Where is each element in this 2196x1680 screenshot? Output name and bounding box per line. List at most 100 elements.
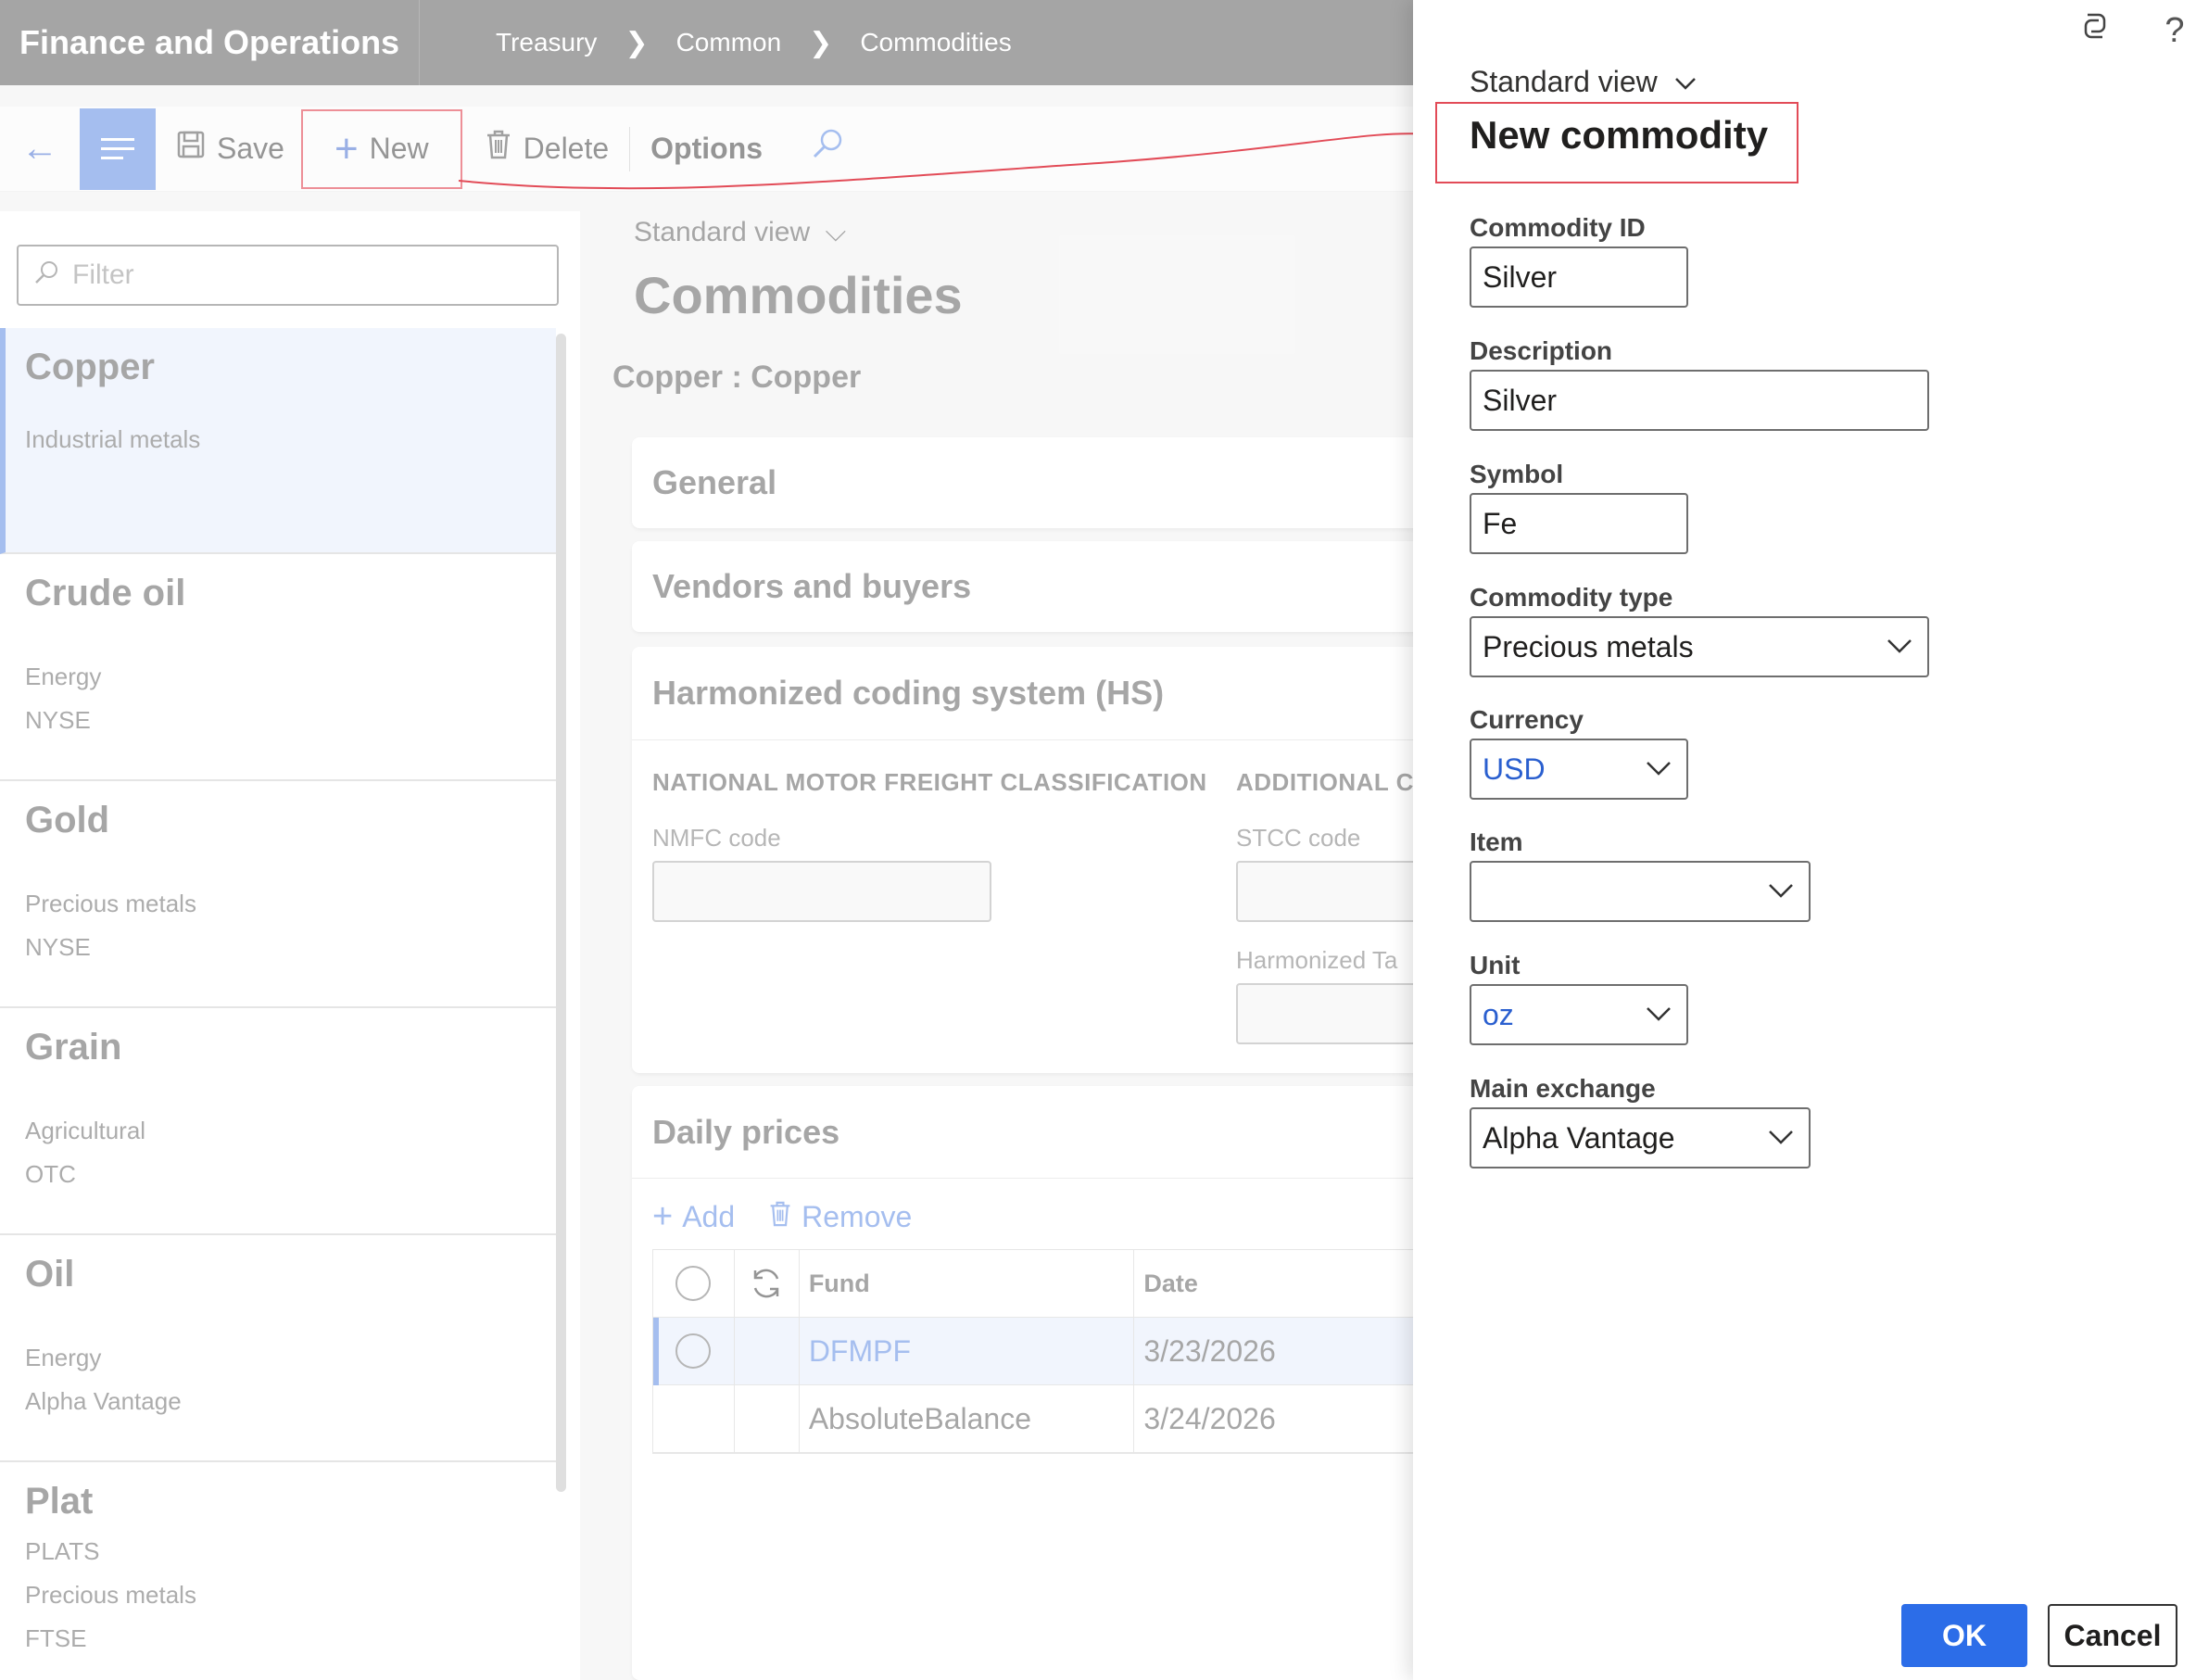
unit-value: oz [1483,997,1514,1031]
view-selector[interactable]: Standard view [1470,65,1697,99]
dialog-header-icons: ? [2018,7,2196,54]
cancel-button[interactable]: Cancel [2048,1604,2177,1667]
list-item-line: Energy [25,1344,102,1371]
list-view-button[interactable] [80,107,156,190]
list-item[interactable]: Gold Precious metals NYSE [0,781,556,1008]
list-item-line: Alpha Vantage [25,1387,182,1415]
save-label: Save [217,132,284,165]
description-value: Silver [1483,383,1558,417]
breadcrumb-treasury[interactable]: Treasury [496,28,597,57]
symbol-field[interactable]: Fe [1470,493,1688,554]
breadcrumb-common[interactable]: Common [676,28,782,57]
filter-input[interactable]: Filter [17,245,559,306]
list-item-line: FTSE [25,1624,87,1652]
list-scrollbar[interactable] [556,334,566,1492]
chevron-down-icon [1647,762,1671,776]
new-button[interactable]: + New [300,108,462,189]
toolbar-divider [629,126,631,171]
new-commodity-dialog: ? Standard view New commodity Commodity … [1413,0,2196,1680]
vendors-section[interactable]: Vendors and buyers [632,541,1438,632]
general-section[interactable]: General [632,437,1438,528]
table-row[interactable]: DFMPF 3/23/2026 [653,1317,1438,1385]
main-content: Standard view ⌵ Commodities Copper : Cop… [580,211,1440,1680]
chevron-down-icon [1769,884,1793,898]
description-label: Description [1470,336,1613,365]
app-title[interactable]: Finance and Operations [0,0,420,85]
list-item[interactable]: Oil Energy Alpha Vantage [0,1235,556,1462]
refresh-icon[interactable] [735,1250,800,1317]
options-button[interactable]: Options [637,107,776,192]
list-item[interactable]: Crude oil Energy NYSE [0,554,556,781]
chevron-down-icon: ⌵ [825,217,847,247]
commodity-type-select[interactable]: Precious metals [1470,616,1929,677]
column-header-fund[interactable]: Fund [800,1250,1135,1317]
list-item[interactable]: Plat PLATS Precious metals FTSE [0,1462,556,1680]
remove-button[interactable]: Remove [768,1197,912,1237]
save-button[interactable]: Save [163,107,297,192]
help-icon[interactable]: ? [2153,11,2196,51]
grid-header-row: Fund Date [653,1250,1438,1318]
trash-icon [485,129,512,169]
stcc-label: STCC code [1236,824,1361,852]
item-select[interactable] [1470,861,1811,922]
additional-heading: ADDITIONAL C [1236,768,1414,796]
delete-label: Delete [523,132,610,165]
view-label: Standard view [634,217,811,247]
back-arrow-icon: ← [21,128,58,169]
chevron-down-icon [1769,1131,1793,1144]
select-all-checkbox[interactable] [675,1266,712,1301]
commodity-id-field[interactable]: Silver [1470,246,1688,308]
date-cell[interactable]: 3/24/2026 [1134,1385,1438,1452]
section-header[interactable]: Daily prices [632,1086,1438,1179]
main-exchange-select[interactable]: Alpha Vantage [1470,1107,1811,1168]
view-label: Standard view [1470,65,1658,98]
row-select-radio[interactable] [675,1333,712,1369]
section-header: Vendors and buyers [652,567,972,605]
fund-cell[interactable]: AbsoluteBalance [800,1385,1135,1452]
plus-icon: + [652,1197,674,1236]
table-row[interactable]: AbsoluteBalance 3/24/2026 [653,1385,1438,1453]
commodity-id-value: Silver [1483,259,1558,294]
record-title: Copper : Copper [612,360,862,395]
copilot-icon[interactable] [2074,7,2116,54]
commodity-id-label: Commodity ID [1470,213,1646,242]
chevron-right-icon: ❯ [625,27,649,58]
action-toolbar: ← Save + New Delete Options [0,107,1413,192]
list-item[interactable]: Grain Agricultural OTC [0,1008,556,1235]
harmonized-tariff-field[interactable] [1236,983,1440,1044]
add-button[interactable]: + Add [652,1197,735,1237]
description-field[interactable]: Silver [1470,370,1929,431]
chevron-down-icon [1674,78,1696,90]
unit-select[interactable]: oz [1470,984,1688,1045]
ok-button[interactable]: OK [1901,1604,2027,1667]
currency-select[interactable]: USD [1470,739,1688,800]
commodity-list: Copper Industrial metals Crude oil Energ… [0,328,556,1680]
date-cell[interactable]: 3/23/2026 [1134,1318,1438,1384]
breadcrumb: Treasury ❯ Common ❯ Commodities [420,27,1012,59]
search-icon[interactable] [809,126,846,171]
nmfc-heading: NATIONAL MOTOR FREIGHT CLASSIFICATION [652,768,1207,796]
hs-section: Harmonized coding system (HS) NATIONAL M… [632,647,1440,1073]
back-button[interactable]: ← [0,107,80,192]
delete-button[interactable]: Delete [472,107,623,192]
view-selector[interactable]: Standard view ⌵ [634,217,846,248]
daily-prices-section: Daily prices + Add Remove Fund Date DFMP… [632,1086,1438,1680]
breadcrumb-commodities[interactable]: Commodities [860,28,1011,57]
list-item-line: Agricultural [25,1117,146,1144]
plus-icon: + [334,125,359,171]
nmfc-code-field[interactable] [652,861,991,922]
top-bar: Finance and Operations Treasury ❯ Common… [0,0,1413,85]
list-item[interactable]: Copper Industrial metals [0,328,556,554]
stcc-code-field[interactable] [1236,861,1440,922]
daily-prices-grid: Fund Date DFMPF 3/23/2026 AbsoluteBalanc… [652,1249,1438,1454]
column-header-date[interactable]: Date [1134,1250,1438,1317]
list-item-line: Precious metals [25,890,196,917]
commodity-type-label: Commodity type [1470,583,1673,612]
main-exchange-label: Main exchange [1470,1074,1656,1103]
section-header: General [652,463,777,501]
list-item-line: Industrial metals [25,425,201,453]
item-label: Item [1470,827,1523,856]
trash-icon [768,1197,792,1237]
fund-cell[interactable]: DFMPF [800,1318,1135,1384]
section-header[interactable]: Harmonized coding system (HS) [632,647,1438,739]
